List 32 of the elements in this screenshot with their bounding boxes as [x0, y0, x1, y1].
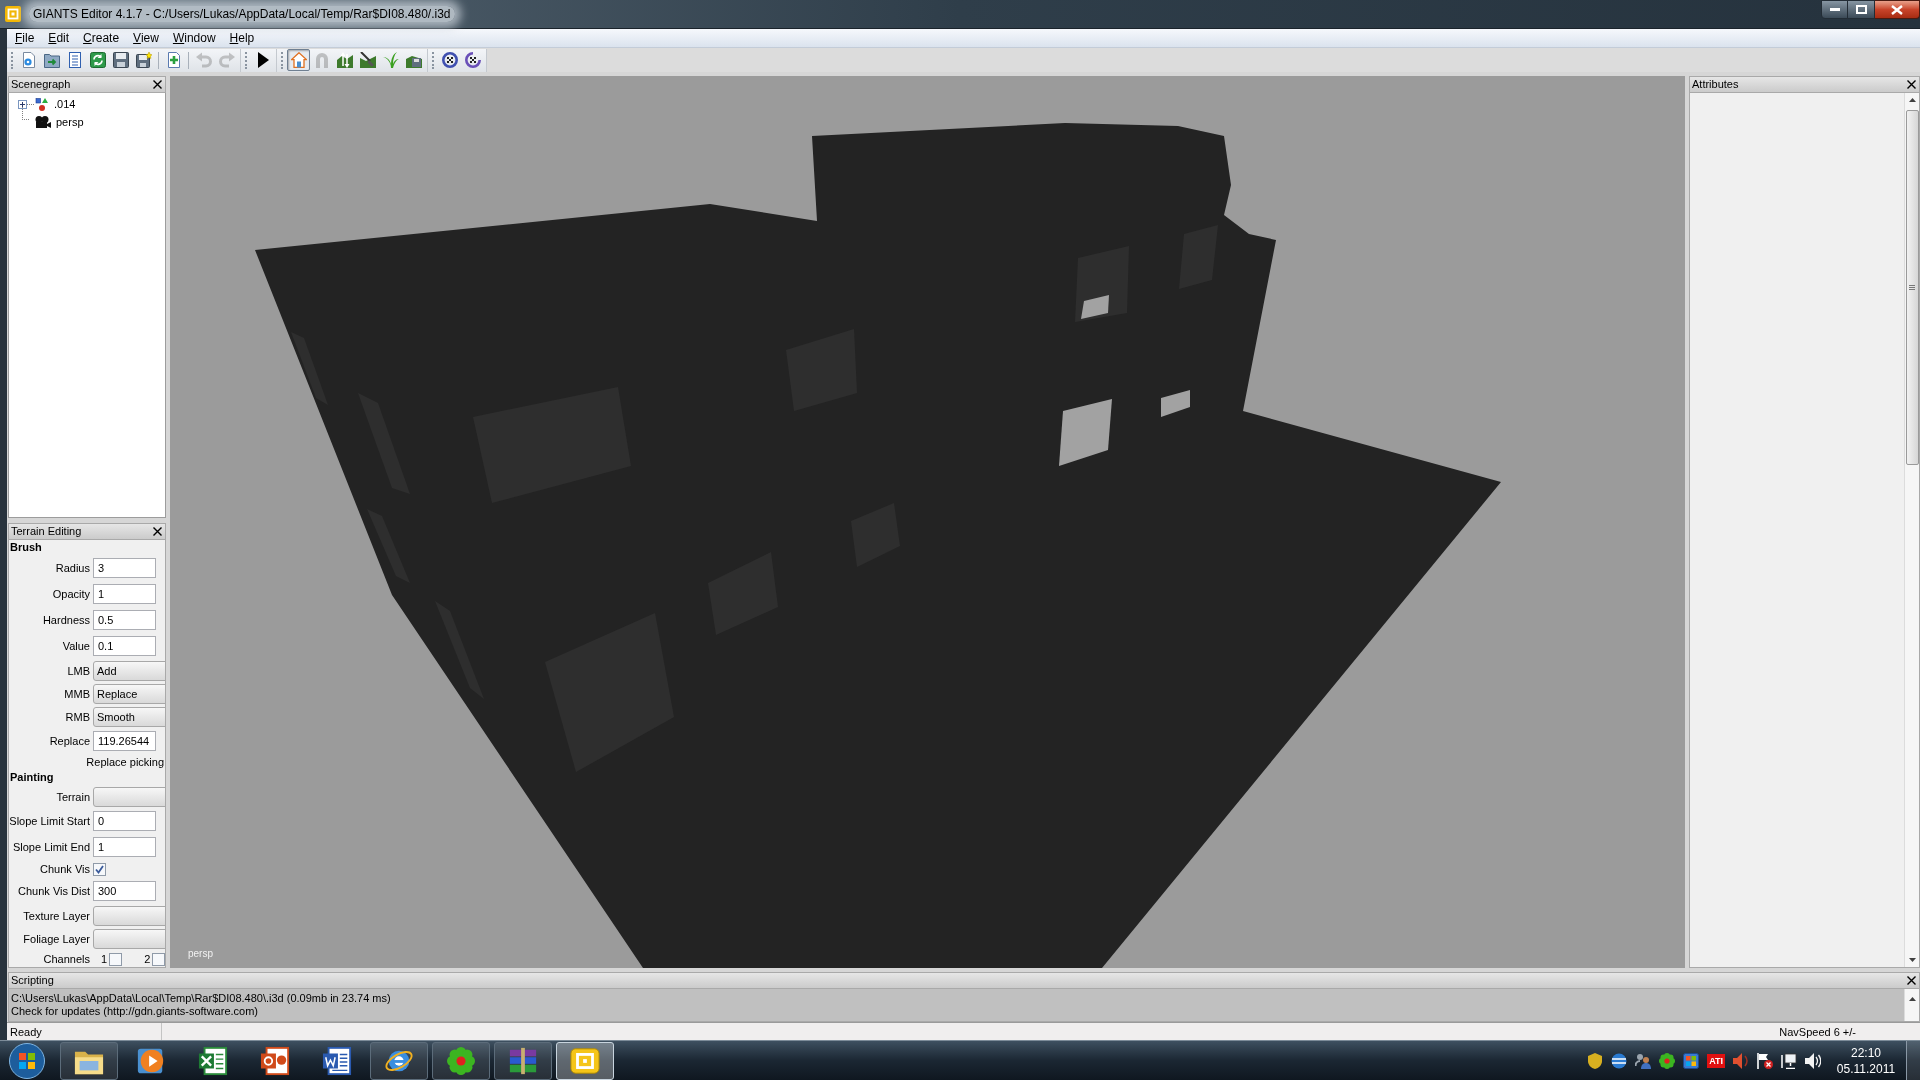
field-label: Chunk Vis Dist [17, 884, 91, 898]
field-label: RMB [64, 709, 91, 724]
panel-title: Scripting [11, 973, 54, 988]
clock-date: 05.11.2011 [1836, 1060, 1896, 1077]
nav-speed-text: NavSpeed 6 +/- [1779, 1024, 1856, 1039]
clock-time: 22:10 [1851, 1044, 1881, 1061]
panel-title: Scenegraph [11, 77, 71, 92]
status-text: Ready [9, 1024, 42, 1039]
panel-title: Attributes [1692, 77, 1739, 92]
section-heading: Brush [9, 540, 43, 555]
window-title: GIANTS Editor 4.1.7 - C:/Users/Lukas/AppData/Local/Temp/Rar$DI08.480/.i3d [29, 6, 455, 22]
checkbox-label: 2 [144, 952, 151, 966]
panel-title: Terrain Editing [11, 524, 82, 539]
field-label: Texture Layer [22, 908, 91, 923]
field-label: Slope Limit End [11, 840, 91, 854]
field-label: Slope Limit Start [9, 814, 91, 828]
field-label: Value [61, 639, 91, 653]
field-label: LMB [66, 663, 91, 678]
field-label: Terrain [55, 789, 91, 804]
field-label: Chunk Vis [39, 862, 91, 876]
field-label: Channels [42, 952, 91, 966]
section-heading: Painting [9, 770, 55, 785]
field-label: Opacity [51, 587, 91, 601]
camera-label: persp [188, 948, 213, 959]
console-line: Check for updates (http://gdn.giants-software.com) [11, 1005, 259, 1018]
field-label: Radius [54, 561, 91, 575]
field-label: MMB [63, 686, 91, 701]
field-label: Replace [48, 734, 91, 748]
field-label: Foliage Layer [22, 931, 91, 946]
field-label: Hardness [41, 613, 91, 627]
checkbox-label: 1 [101, 952, 108, 966]
console-line: C:\Users\Lukas\AppData\Local\Temp\Rar$DI08.480\.i3d (0.09mb in 23.74 ms) [11, 992, 392, 1005]
